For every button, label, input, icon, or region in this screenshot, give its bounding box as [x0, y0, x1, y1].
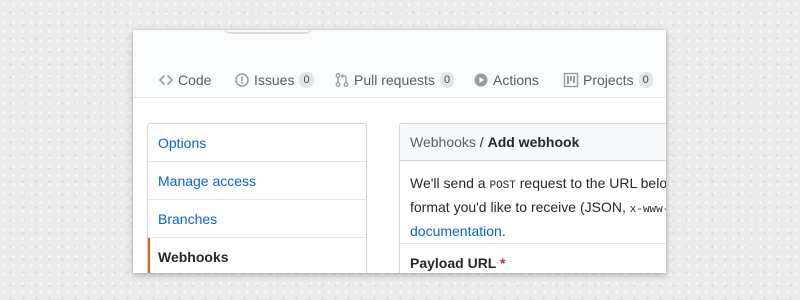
description-text: format you'd like to receive (JSON, — [410, 199, 630, 215]
payload-url-label-text: Payload URL — [410, 255, 497, 271]
post-code: POST — [489, 180, 516, 192]
repo-header-remnant — [223, 30, 313, 34]
issue-opened-icon — [234, 72, 250, 88]
projects-counter: 0 — [638, 72, 653, 88]
tab-projects-label: Projects — [583, 72, 634, 88]
required-indicator: * — [500, 255, 506, 271]
description-text: request to the URL below — [515, 175, 666, 191]
tab-actions-label: Actions — [493, 72, 539, 88]
content-type-code: x-www- — [629, 204, 666, 216]
code-icon — [158, 72, 174, 88]
description-line-1: We'll send a POST request to the URL bel… — [410, 173, 666, 197]
git-pull-request-icon — [334, 72, 350, 88]
menu-item-manage-access[interactable]: Manage access — [148, 162, 366, 200]
settings-menu: Options Manage access Branches Webhooks — [147, 123, 367, 273]
menu-item-branches[interactable]: Branches — [148, 200, 366, 238]
add-webhook-panel: Webhooks / Add webhook We'll send a POST… — [399, 123, 666, 273]
tab-projects[interactable]: Projects 0 — [563, 69, 653, 91]
tab-code[interactable]: Code — [158, 69, 211, 91]
project-icon — [563, 72, 579, 88]
description-line-2: format you'd like to receive (JSON, x-ww… — [410, 197, 666, 221]
menu-item-webhooks[interactable]: Webhooks — [148, 238, 366, 273]
menu-item-options[interactable]: Options — [148, 124, 366, 162]
documentation-link[interactable]: documentation — [410, 223, 502, 239]
description-line-3: documentation. — [410, 221, 666, 242]
tab-code-label: Code — [178, 72, 212, 88]
repo-navigation: Code Issues 0 Pull requests 0 Actions Pr… — [133, 30, 666, 98]
tab-pull-requests-label: Pull requests — [354, 72, 435, 88]
payload-url-label: Payload URL * — [410, 255, 505, 271]
pull-requests-counter: 0 — [439, 72, 455, 88]
tab-issues[interactable]: Issues 0 — [234, 69, 314, 91]
play-icon — [473, 72, 489, 88]
breadcrumb: Webhooks / Add webhook — [400, 124, 666, 161]
page-title: Add webhook — [487, 134, 580, 150]
breadcrumb-webhooks-link[interactable]: Webhooks — [410, 134, 476, 150]
breadcrumb-separator: / — [475, 134, 488, 150]
description-text: We'll send a — [410, 175, 490, 191]
github-settings-screenshot: Code Issues 0 Pull requests 0 Actions Pr… — [133, 30, 666, 273]
tab-issues-label: Issues — [254, 72, 295, 88]
webhook-description: We'll send a POST request to the URL bel… — [400, 161, 666, 244]
issues-counter: 0 — [299, 72, 314, 88]
description-text: . — [501, 223, 506, 239]
tab-actions[interactable]: Actions — [473, 69, 539, 91]
tab-pull-requests[interactable]: Pull requests 0 — [334, 69, 455, 91]
